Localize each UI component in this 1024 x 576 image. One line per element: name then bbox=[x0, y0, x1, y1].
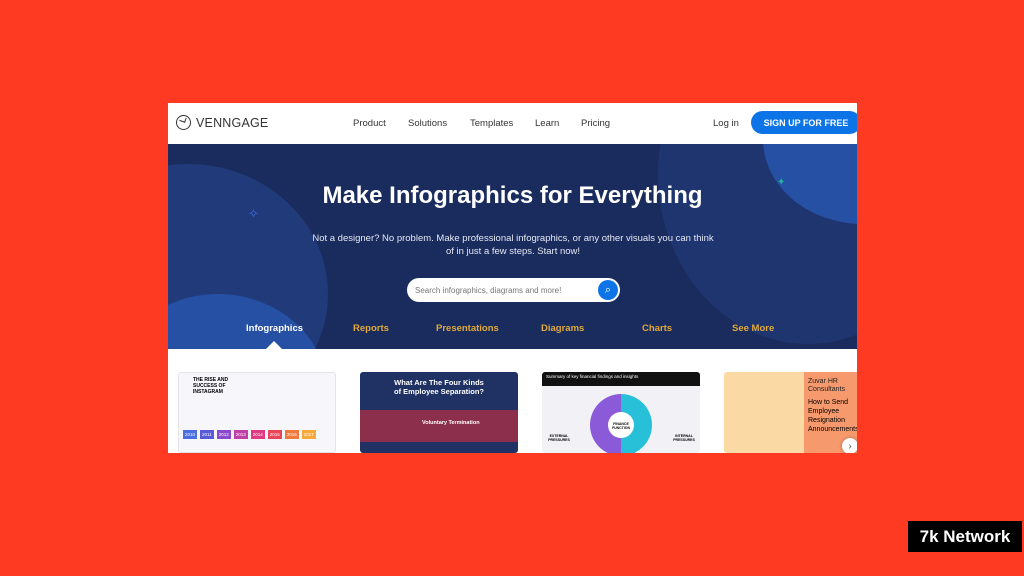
template-item: Voluntary Termination bbox=[360, 410, 518, 442]
year: 2016 bbox=[284, 430, 299, 439]
diagram-label: EXTERNAL PRESSURES bbox=[548, 434, 570, 442]
nav-solutions[interactable]: Solutions bbox=[408, 118, 447, 129]
tab-diagrams[interactable]: Diagrams bbox=[541, 323, 584, 334]
tab-presentations[interactable]: Presentations bbox=[436, 323, 499, 334]
venngage-logo-icon bbox=[176, 115, 191, 130]
nav-learn[interactable]: Learn bbox=[535, 118, 559, 129]
nav-product[interactable]: Product bbox=[353, 118, 386, 129]
nav-pricing[interactable]: Pricing bbox=[581, 118, 610, 129]
tab-see-more[interactable]: See More bbox=[732, 323, 774, 334]
watermark-badge: 7k Network bbox=[908, 521, 1022, 552]
tab-charts[interactable]: Charts bbox=[642, 323, 672, 334]
template-title: THE RISE AND SUCCESS OF INSTAGRAM bbox=[193, 377, 229, 395]
tab-infographics[interactable]: Infographics bbox=[246, 323, 303, 334]
template-title: Summary of key financial findings and in… bbox=[542, 372, 700, 386]
year: 2010 bbox=[183, 430, 198, 439]
search-icon[interactable]: ⌕ bbox=[598, 280, 618, 300]
year: 2011 bbox=[200, 430, 214, 439]
top-nav: VENNGAGE Product Solutions Templates Lea… bbox=[168, 103, 857, 144]
brand-name: VENNGAGE bbox=[196, 115, 269, 130]
year: 2015 bbox=[267, 430, 282, 439]
venngage-screenshot: VENNGAGE Product Solutions Templates Lea… bbox=[168, 103, 857, 453]
search-placeholder: Search infographics, diagrams and more! bbox=[415, 285, 562, 295]
template-company: Zuvar HR Consultants bbox=[808, 378, 845, 393]
hero-title: Make Infographics for Everything bbox=[322, 182, 703, 209]
year-row: 2010 2011 2012 2013 2014 2015 2016 2017 bbox=[183, 430, 316, 439]
signup-button[interactable]: SIGN UP FOR FREE bbox=[751, 111, 857, 134]
template-card[interactable]: Summary of key financial findings and in… bbox=[542, 372, 700, 453]
carousel-next-button[interactable]: › bbox=[842, 438, 857, 453]
template-title: How to Send Employee Resignation Announc… bbox=[808, 399, 857, 433]
template-card[interactable]: What Are The Four Kinds of Employee Sepa… bbox=[360, 372, 518, 453]
login-link[interactable]: Log in bbox=[713, 118, 739, 129]
hero-subtitle: Not a designer? No problem. Make profess… bbox=[312, 233, 714, 257]
diagram-label: INTERNAL PRESSURES bbox=[673, 434, 695, 442]
diagram-center: FINANCE FUNCTION bbox=[608, 412, 634, 438]
tab-reports[interactable]: Reports bbox=[353, 323, 389, 334]
year: 2014 bbox=[250, 430, 265, 439]
hero-section: ✧ ✦ Make Infographics for Everything Not… bbox=[168, 144, 857, 349]
year: 2012 bbox=[216, 430, 231, 439]
active-tab-caret bbox=[266, 341, 282, 349]
brand-logo[interactable]: VENNGAGE bbox=[176, 115, 268, 130]
nav-templates[interactable]: Templates bbox=[470, 118, 513, 129]
year: 2013 bbox=[233, 430, 248, 439]
search-input[interactable]: Search infographics, diagrams and more! ⌕ bbox=[407, 278, 620, 302]
template-title: What Are The Four Kinds of Employee Sepa… bbox=[393, 378, 485, 396]
template-card[interactable]: Zuvar HR Consultants How to Send Employe… bbox=[724, 372, 857, 453]
year: 2017 bbox=[301, 430, 316, 439]
template-card[interactable]: THE RISE AND SUCCESS OF INSTAGRAM 2010 2… bbox=[178, 372, 336, 453]
